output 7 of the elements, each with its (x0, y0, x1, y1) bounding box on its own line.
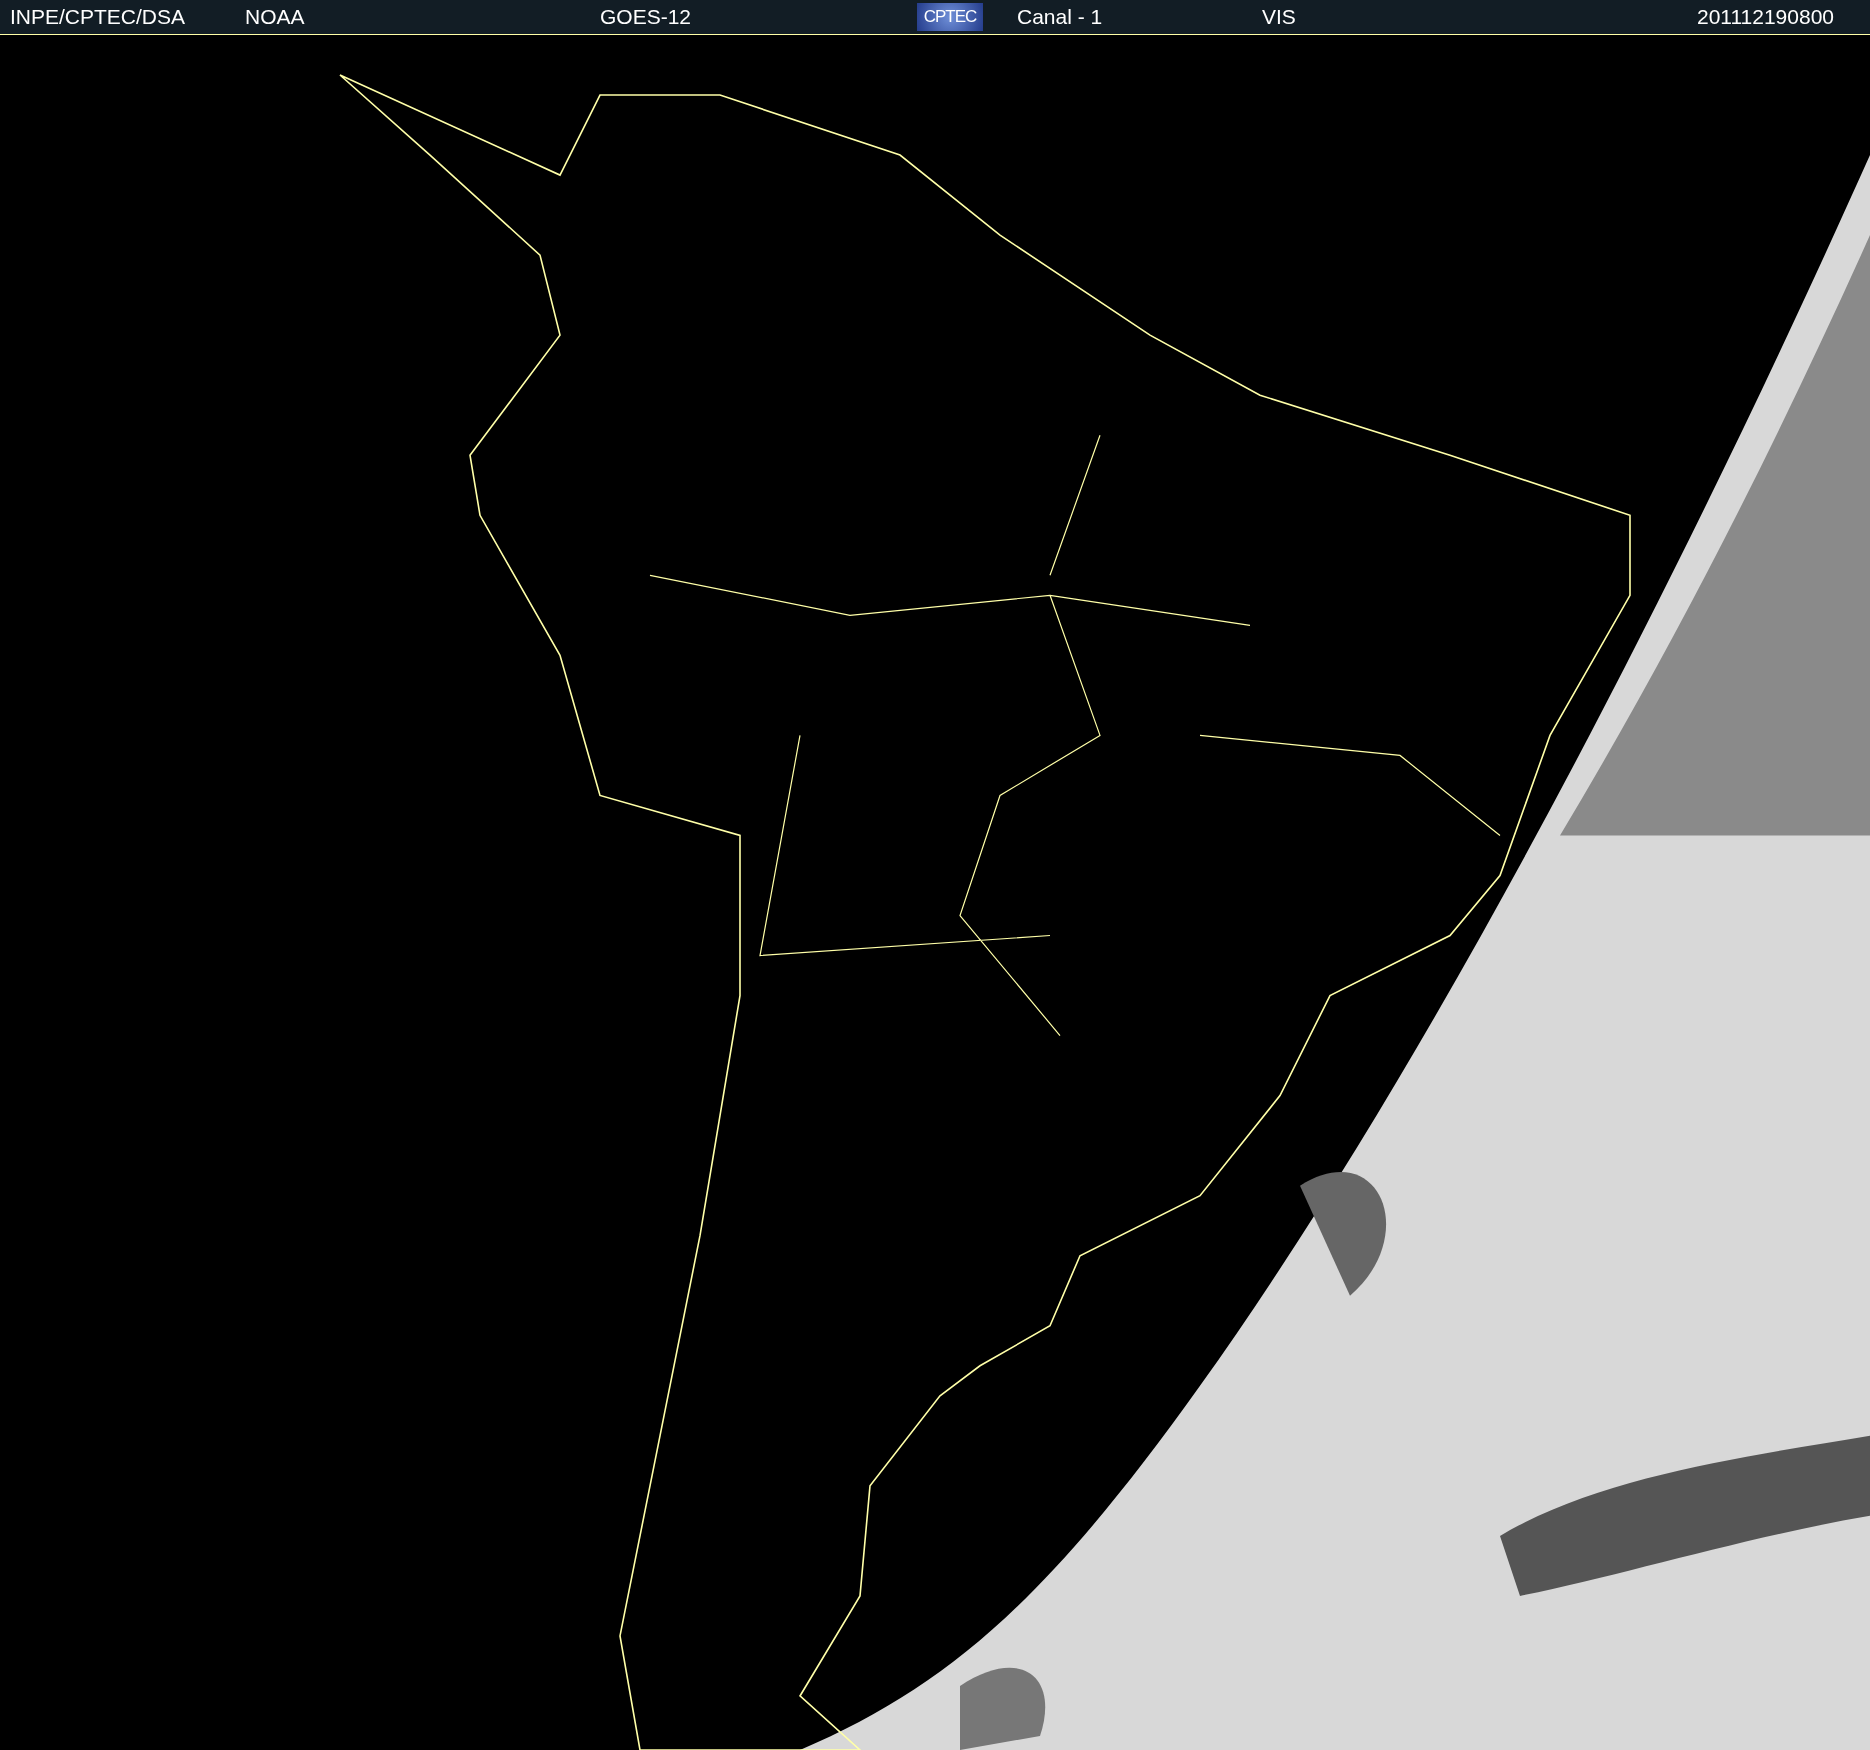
header-label: GOES-12 (600, 5, 692, 29)
header-label: NOAA (245, 5, 305, 29)
header-label: Canal - 1 (1017, 5, 1103, 29)
header-label: 201112190800 (1696, 5, 1834, 29)
header-label: VIS (1262, 5, 1296, 29)
header-label: INPE/CPTEC/DSA (10, 5, 186, 29)
logo: CPTEC (917, 3, 983, 31)
